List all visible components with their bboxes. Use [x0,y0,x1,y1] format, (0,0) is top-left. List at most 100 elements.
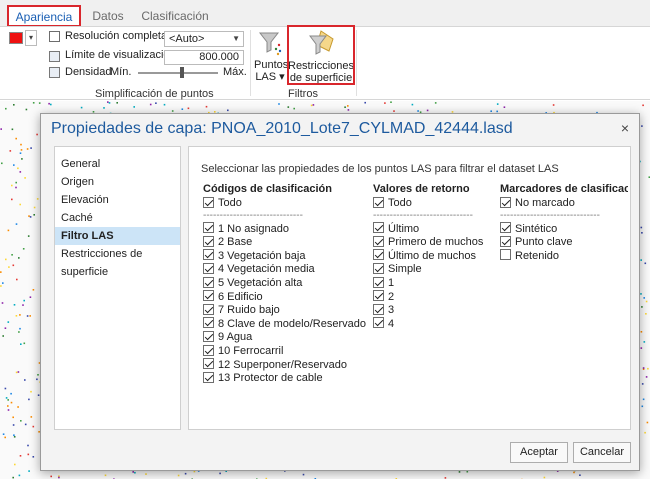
point-cloud-dot [2,335,4,337]
returns-all-label: Todo [388,197,412,209]
classification-code-row[interactable]: 4 Vegetación media [203,262,363,277]
classification-code-checkbox[interactable] [203,262,214,274]
classification-flag-row[interactable]: Punto clave [500,235,628,250]
point-cloud-dot [543,476,546,479]
classification-code-label: 5 Vegetación alta [218,276,303,289]
classification-all-checkbox[interactable] [203,196,214,208]
flags-no-marcado-checkbox[interactable] [500,196,511,208]
tab-datos[interactable]: Datos [84,6,132,26]
nav-item-origen[interactable]: Origen [55,173,180,191]
point-cloud-dot [573,471,575,474]
classification-flag-checkbox[interactable] [500,222,511,234]
return-value-label: 2 [388,290,395,303]
point-cloud-dot [30,147,32,149]
returns-all-checkbox[interactable] [373,196,384,208]
return-value-row[interactable]: Simple [373,262,491,277]
density-slider-thumb[interactable] [180,67,184,78]
density-max-label: Máx. [223,66,247,78]
panel-intro-text: Seleccionar las propiedades de los punto… [201,163,559,175]
classification-code-row[interactable]: 10 Ferrocarril [203,344,363,359]
point-cloud-dot [14,463,16,466]
classification-code-row[interactable]: 3 Vegetación baja [203,249,363,264]
classification-code-checkbox[interactable] [203,276,214,288]
return-value-checkbox[interactable] [373,249,384,261]
close-icon[interactable]: × [621,120,629,136]
classification-code-checkbox[interactable] [203,249,214,261]
classification-all-row[interactable]: Todo [203,196,363,211]
point-cloud-dot [0,285,2,287]
density-min-label: Mín. [110,66,132,78]
nav-item-filtro-las[interactable]: Filtro LAS [55,227,180,245]
point-cloud-dot [27,444,29,447]
classification-code-row[interactable]: 9 Agua [203,330,363,345]
classification-code-row[interactable]: 6 Edificio [203,290,363,305]
point-cloud-dot [29,315,31,317]
classification-flag-row[interactable]: Retenido [500,249,628,264]
display-limit-number-field[interactable]: 800.000 [164,50,244,65]
return-value-row[interactable]: 2 [373,290,491,305]
return-value-row[interactable]: Último [373,222,491,237]
return-value-row[interactable]: 3 [373,303,491,318]
classification-code-checkbox[interactable] [203,235,214,247]
color-dropdown-arrow[interactable]: ▾ [25,30,37,46]
classification-code-checkbox[interactable] [203,358,214,370]
density-slider-track[interactable] [138,72,218,74]
filtro-las-panel: Seleccionar las propiedades de los punto… [188,146,631,430]
aceptar-button[interactable]: Aceptar [510,442,568,463]
classification-code-checkbox[interactable] [203,317,214,329]
returns-all-row[interactable]: Todo [373,196,491,211]
point-cloud-dot [11,128,14,131]
cancelar-button[interactable]: Cancelar [573,442,631,463]
point-cloud-dot [37,374,39,376]
return-value-checkbox[interactable] [373,290,384,302]
return-value-checkbox[interactable] [373,222,384,234]
return-value-checkbox[interactable] [373,235,384,247]
point-cloud-dot [155,102,157,104]
classification-code-row[interactable]: 7 Ruido bajo [203,303,363,318]
resolucion-completa-checkbox[interactable] [49,31,60,42]
point-cloud-dot [278,103,280,105]
classification-code-checkbox[interactable] [203,330,214,342]
point-cloud-dot [50,475,52,478]
puntos-las-button[interactable]: Puntos LAS ▾ [254,30,288,83]
nav-item-elevacion[interactable]: Elevación [55,191,180,209]
return-value-checkbox[interactable] [373,317,384,329]
classification-code-row[interactable]: 2 Base [203,235,363,250]
classification-code-checkbox[interactable] [203,371,214,383]
classification-flag-checkbox[interactable] [500,249,511,261]
nav-item-general[interactable]: General [55,155,180,173]
point-cloud-dot [21,158,23,160]
restricciones-superficie-button[interactable]: Restricciones de superficie [287,25,355,85]
classification-flag-checkbox[interactable] [500,235,511,247]
classification-code-checkbox[interactable] [203,344,214,356]
classification-code-row[interactable]: 1 No asignado [203,222,363,237]
return-value-checkbox[interactable] [373,262,384,274]
classification-code-checkbox[interactable] [203,222,214,234]
return-value-row[interactable]: 1 [373,276,491,291]
classification-code-row[interactable]: 13 Protector de cable [203,371,363,386]
point-cloud-dot [30,390,32,393]
return-value-row[interactable]: Primero de muchos [373,235,491,250]
classification-code-row[interactable]: 5 Vegetación alta [203,276,363,291]
nav-item-restricciones-superficie[interactable]: Restricciones de superficie [55,245,180,278]
classification-code-checkbox[interactable] [203,290,214,302]
flags-all-row[interactable]: No marcado [500,196,628,211]
display-limit-label: Límite de visualización [65,49,176,61]
point-cloud-dot [12,264,15,267]
point-cloud-dot [411,103,414,106]
classification-flag-label: Sintético [515,222,558,235]
return-value-checkbox[interactable] [373,276,384,288]
return-value-checkbox[interactable] [373,303,384,315]
tab-apariencia[interactable]: Apariencia [7,5,81,27]
classification-code-checkbox[interactable] [203,303,214,315]
return-value-row[interactable]: 4 [373,317,491,332]
nav-item-cache[interactable]: Caché [55,209,180,227]
point-cloud-dot [50,103,52,106]
color-swatch[interactable] [9,32,23,44]
return-value-row[interactable]: Último de muchos [373,249,491,264]
classification-code-row[interactable]: 12 Superponer/Reservado [203,358,363,373]
tab-clasificacion[interactable]: Clasificación [140,6,210,26]
classification-code-row[interactable]: 8 Clave de modelo/Reservado [203,317,366,332]
display-limit-combo[interactable]: <Auto> ▼ [164,31,244,47]
classification-flag-row[interactable]: Sintético [500,222,628,237]
